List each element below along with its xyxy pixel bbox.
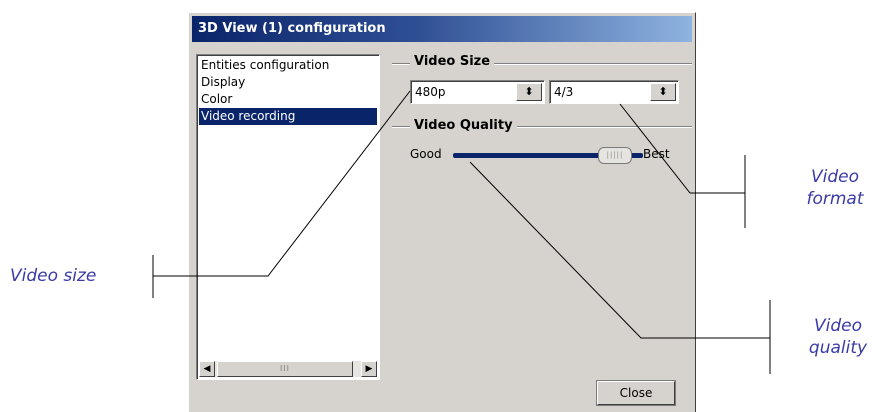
callout-video-format-line2: format: [806, 189, 864, 209]
callout-video-quality-line2: quality: [808, 338, 868, 358]
callout-video-quality: Video quality: [793, 315, 883, 359]
video-size-leader: [153, 90, 411, 277]
video-quality-leader: [469, 161, 770, 339]
video-format-leader: [619, 103, 745, 194]
callout-leader-lines: [152, 90, 771, 374]
callout-video-format-line1: Video: [810, 167, 859, 187]
callout-video-quality-line1: Video: [813, 316, 862, 336]
callout-video-format: Video format: [790, 166, 880, 210]
callout-video-size: Video size: [10, 266, 97, 286]
